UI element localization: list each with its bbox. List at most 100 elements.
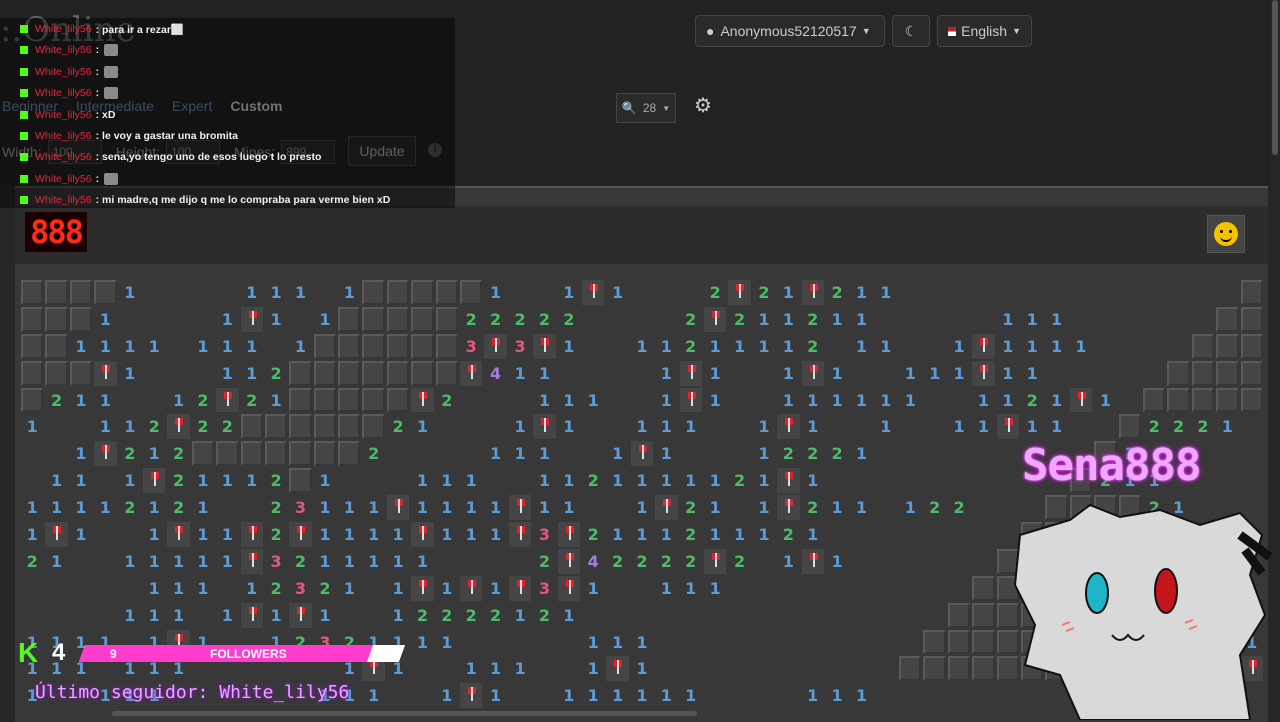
flag-icon[interactable] — [679, 360, 702, 386]
empty-cell[interactable] — [410, 655, 434, 682]
empty-cell[interactable] — [118, 521, 142, 548]
flag-icon[interactable] — [289, 522, 312, 547]
number-cell[interactable]: 1 — [288, 333, 312, 360]
covered-cell[interactable] — [362, 306, 385, 332]
number-cell[interactable]: 1 — [703, 575, 727, 602]
number-cell[interactable]: 1 — [971, 413, 995, 440]
number-cell[interactable]: 2 — [264, 467, 288, 494]
covered-cell[interactable] — [362, 333, 385, 359]
number-cell[interactable]: 1 — [752, 413, 776, 440]
flag-icon[interactable] — [777, 468, 800, 494]
number-cell[interactable]: 1 — [825, 360, 849, 387]
number-cell[interactable]: 2 — [727, 548, 751, 575]
covered-cell[interactable] — [338, 441, 361, 467]
empty-cell[interactable] — [435, 548, 459, 575]
number-cell[interactable]: 1 — [386, 548, 410, 575]
number-cell[interactable]: 2 — [581, 467, 605, 494]
number-cell[interactable]: 1 — [93, 494, 117, 521]
empty-cell[interactable] — [679, 655, 703, 682]
empty-cell[interactable] — [605, 494, 629, 521]
number-cell[interactable]: 1 — [435, 629, 459, 656]
number-cell[interactable]: 1 — [703, 360, 727, 387]
empty-cell[interactable] — [1093, 360, 1117, 387]
empty-cell[interactable] — [947, 440, 971, 467]
number-cell[interactable]: 1 — [337, 521, 361, 548]
empty-cell[interactable] — [483, 413, 507, 440]
number-cell[interactable]: 1 — [801, 521, 825, 548]
covered-cell[interactable] — [411, 306, 434, 332]
empty-cell[interactable] — [605, 306, 629, 333]
empty-cell[interactable] — [557, 629, 581, 656]
number-cell[interactable]: 1 — [386, 575, 410, 602]
flag-icon[interactable] — [240, 522, 263, 547]
number-cell[interactable]: 2 — [679, 548, 703, 575]
covered-cell[interactable] — [45, 333, 68, 359]
empty-cell[interactable] — [703, 440, 727, 467]
empty-cell[interactable] — [1142, 360, 1166, 387]
number-cell[interactable]: 1 — [264, 387, 288, 414]
number-cell[interactable]: 1 — [776, 333, 800, 360]
empty-cell[interactable] — [630, 360, 654, 387]
empty-cell[interactable] — [93, 602, 117, 629]
number-cell[interactable]: 1 — [435, 521, 459, 548]
empty-cell[interactable] — [93, 575, 117, 602]
empty-cell[interactable] — [581, 333, 605, 360]
empty-cell[interactable] — [849, 548, 873, 575]
empty-cell[interactable] — [703, 655, 727, 682]
number-cell[interactable]: 1 — [679, 575, 703, 602]
number-cell[interactable]: 1 — [1215, 413, 1239, 440]
number-cell[interactable]: 1 — [581, 629, 605, 656]
number-cell[interactable]: 1 — [1020, 306, 1044, 333]
number-cell[interactable]: 1 — [581, 682, 605, 709]
number-cell[interactable]: 2 — [508, 306, 532, 333]
empty-cell[interactable] — [825, 602, 849, 629]
covered-cell[interactable] — [1240, 360, 1263, 386]
number-cell[interactable]: 1 — [483, 521, 507, 548]
number-cell[interactable]: 2 — [435, 387, 459, 414]
number-cell[interactable]: 2 — [752, 279, 776, 306]
flag-icon[interactable] — [581, 280, 605, 305]
empty-cell[interactable] — [849, 602, 873, 629]
number-cell[interactable]: 1 — [654, 575, 678, 602]
number-cell[interactable]: 1 — [240, 575, 264, 602]
number-cell[interactable]: 1 — [605, 440, 629, 467]
covered-cell[interactable] — [1167, 360, 1190, 386]
empty-cell[interactable] — [727, 494, 751, 521]
number-cell[interactable]: 1 — [776, 548, 800, 575]
flag-icon[interactable] — [972, 360, 995, 386]
empty-cell[interactable] — [727, 413, 751, 440]
covered-cell[interactable] — [289, 468, 312, 494]
number-cell[interactable]: 1 — [825, 306, 849, 333]
empty-cell[interactable] — [752, 655, 776, 682]
covered-cell[interactable] — [1240, 333, 1263, 359]
number-cell[interactable]: 1 — [410, 413, 434, 440]
number-cell[interactable]: 1 — [874, 387, 898, 414]
number-cell[interactable]: 2 — [776, 440, 800, 467]
empty-cell[interactable] — [191, 279, 215, 306]
empty-cell[interactable] — [654, 629, 678, 656]
number-cell[interactable]: 1 — [679, 413, 703, 440]
empty-cell[interactable] — [849, 575, 873, 602]
empty-cell[interactable] — [874, 494, 898, 521]
flag-icon[interactable] — [411, 387, 434, 413]
empty-cell[interactable] — [727, 360, 751, 387]
empty-cell[interactable] — [581, 494, 605, 521]
number-cell[interactable]: 1 — [752, 467, 776, 494]
number-cell[interactable]: 2 — [825, 279, 849, 306]
empty-cell[interactable] — [971, 279, 995, 306]
number-cell[interactable]: 2 — [776, 521, 800, 548]
empty-cell[interactable] — [215, 494, 239, 521]
flag-icon[interactable] — [557, 548, 580, 574]
empty-cell[interactable] — [898, 629, 922, 656]
empty-cell[interactable] — [874, 467, 898, 494]
flag-icon[interactable] — [508, 495, 532, 521]
number-cell[interactable]: 1 — [605, 682, 629, 709]
chat-username[interactable]: White_lily56 — [35, 151, 92, 163]
flag-icon[interactable] — [460, 683, 483, 709]
chat-username[interactable]: White_lily56 — [35, 173, 92, 185]
number-cell[interactable]: 4 — [483, 360, 507, 387]
number-cell[interactable]: 1 — [1044, 333, 1068, 360]
empty-cell[interactable] — [679, 602, 703, 629]
empty-cell[interactable] — [630, 575, 654, 602]
covered-cell[interactable] — [1118, 414, 1141, 440]
